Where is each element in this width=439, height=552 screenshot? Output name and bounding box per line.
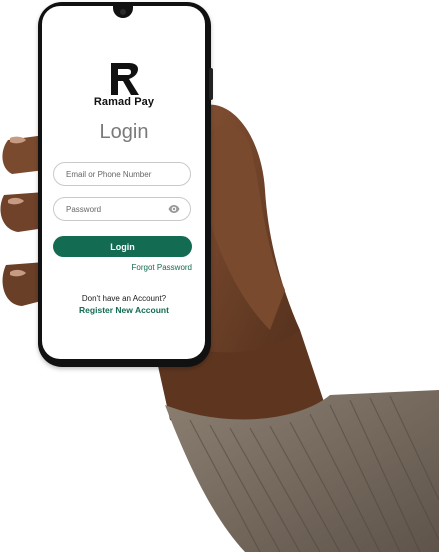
- front-camera-icon: [120, 9, 126, 15]
- no-account-prompt: Don't have an Account?: [81, 294, 167, 303]
- ramad-pay-logo-icon: [111, 63, 139, 95]
- eye-icon[interactable]: [168, 204, 180, 214]
- login-title: Login: [99, 121, 149, 143]
- brand-name: Ramad Pay: [93, 96, 155, 108]
- register-new-account-link[interactable]: Register New Account: [60, 305, 188, 315]
- email-field-container: [53, 162, 191, 186]
- phone-side-button: [209, 68, 213, 100]
- email-or-phone-input[interactable]: [66, 163, 172, 185]
- login-button[interactable]: Login: [53, 236, 192, 257]
- password-input[interactable]: [66, 198, 172, 220]
- password-field-container: [53, 197, 191, 221]
- hand-holding-phone-scene: Ramad Pay Login Login Forgot Password Do…: [0, 0, 439, 552]
- forgot-password-link[interactable]: Forgot Password: [116, 263, 192, 272]
